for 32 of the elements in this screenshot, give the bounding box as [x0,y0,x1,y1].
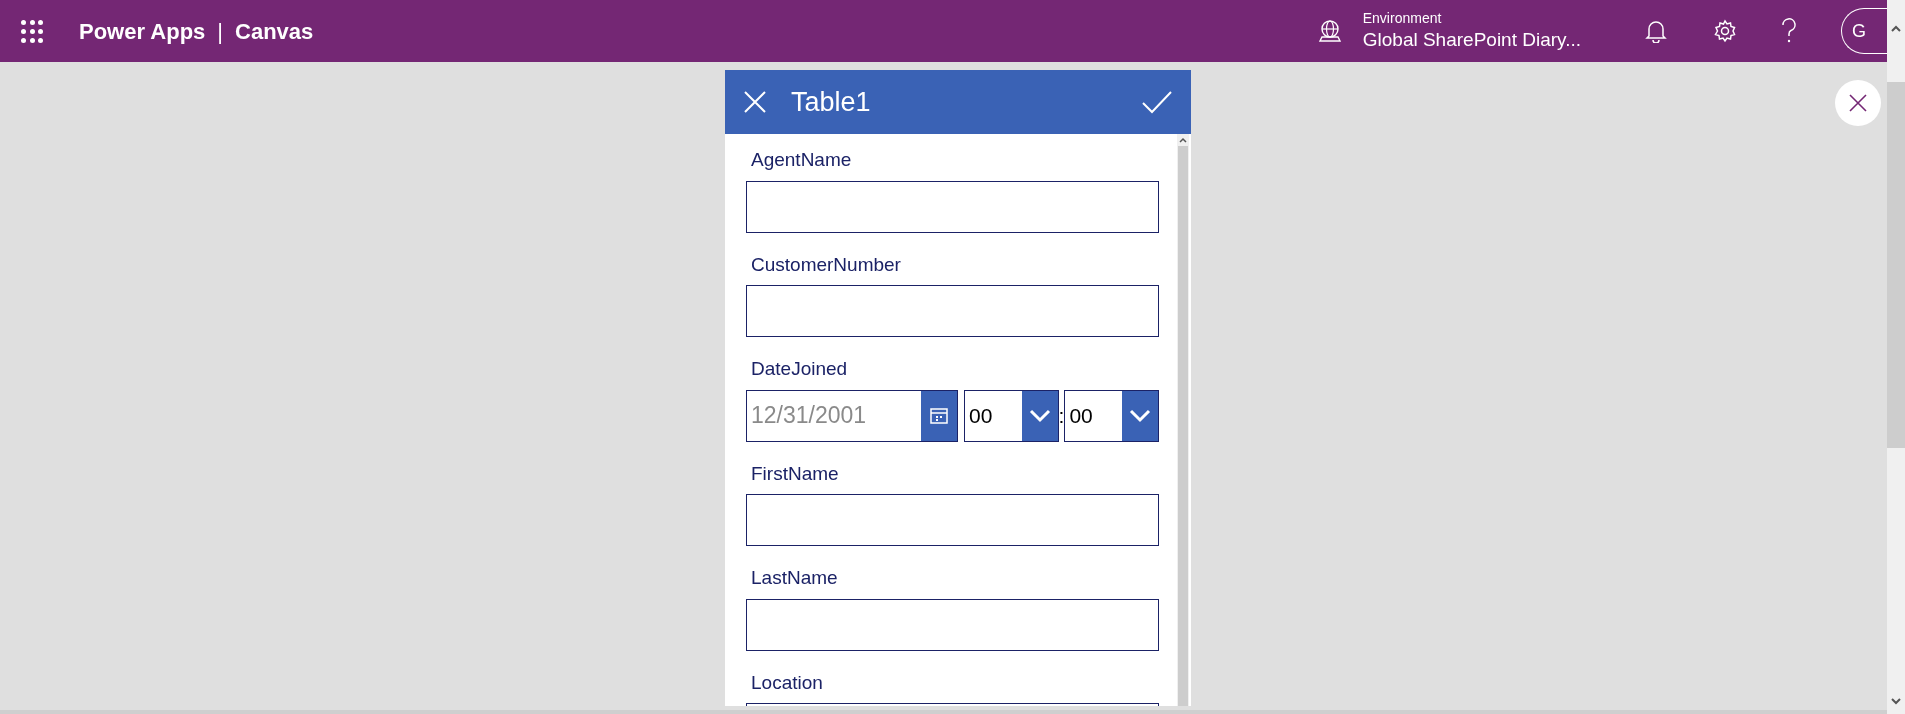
time-separator: : [1058,402,1065,429]
settings-icon[interactable] [1713,19,1737,43]
field-label: DateJoined [750,357,849,381]
chevron-down-icon [1028,408,1051,423]
field-label: AgentName [750,148,853,172]
close-icon[interactable] [743,90,767,114]
app-launcher-icon[interactable] [20,19,44,43]
section-title: Canvas [235,17,314,46]
input-field[interactable] [746,494,1159,546]
form-title: Table1 [791,85,871,119]
form-scrollbar[interactable] [1177,134,1189,706]
close-icon [1848,93,1868,113]
input-field[interactable] [746,285,1159,337]
globe-icon [1316,19,1343,43]
environment-name[interactable]: Global SharePoint Diary... [1362,27,1581,52]
page-scrollbar[interactable] [1887,0,1905,714]
environment-label: Environment [1362,10,1443,28]
field-label: FirstName [750,461,840,486]
hour-dropdown[interactable]: 00 [964,389,1059,442]
title-separator: | [217,17,224,46]
checkmark-icon[interactable] [1141,90,1173,114]
app-title: Power Apps [79,17,206,46]
close-button[interactable] [1835,80,1881,126]
field-label: CustomerNumber [750,252,902,277]
field-label: LastName [750,566,839,590]
bell-icon[interactable] [1645,19,1667,43]
field-label: Location [750,670,824,695]
input-field[interactable] [746,180,1159,233]
input-field[interactable] [746,598,1159,651]
help-icon[interactable] [1781,18,1797,44]
minute-dropdown[interactable]: 00 [1064,389,1159,442]
chevron-down-icon [1129,408,1151,423]
